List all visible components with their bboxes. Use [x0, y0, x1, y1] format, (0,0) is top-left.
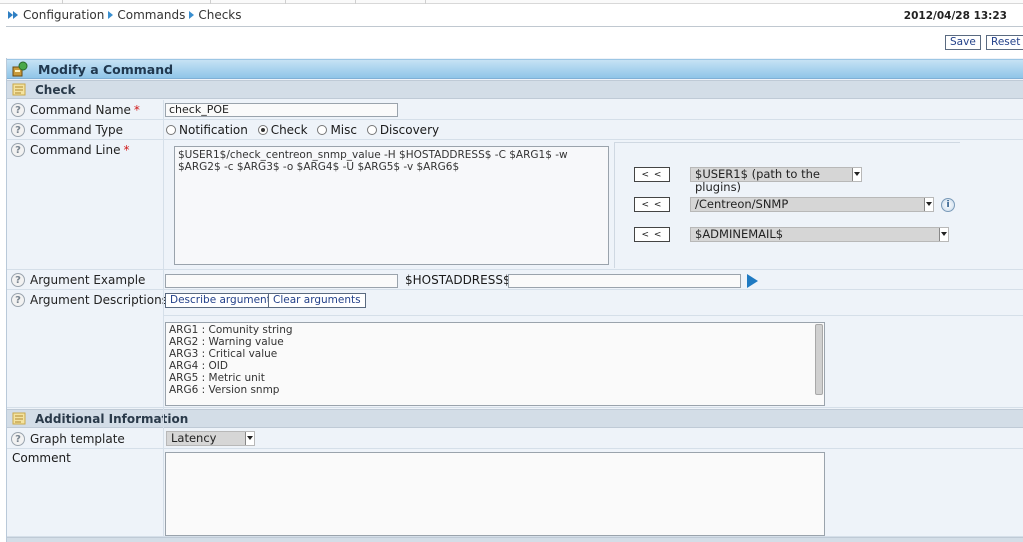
help-icon[interactable]: ?	[11, 273, 25, 287]
describe-arguments-button[interactable]: Describe arguments	[165, 293, 282, 308]
command-icon	[12, 61, 28, 77]
reset-button[interactable]: Reset	[986, 35, 1023, 50]
save-button[interactable]: Save	[945, 35, 981, 50]
play-icon[interactable]	[747, 274, 758, 288]
divider	[614, 142, 960, 143]
radio-notification[interactable]: Notification	[166, 123, 248, 137]
comment-label: Comment	[12, 451, 71, 465]
radio-misc[interactable]: Misc	[317, 123, 357, 137]
argument-example-label: ? Argument Example	[11, 272, 145, 288]
top-strip	[0, 0, 1023, 4]
breadcrumb: Configuration Commands Checks	[8, 7, 242, 23]
column-divider	[163, 100, 164, 537]
bottom-divider	[7, 537, 1023, 542]
help-icon[interactable]: ?	[11, 143, 25, 157]
graph-template-label: ? Graph template	[11, 431, 125, 447]
radio-check[interactable]: Check	[257, 123, 308, 137]
divider	[614, 142, 615, 268]
insert-macro-button-1[interactable]: < <	[634, 167, 670, 182]
datetime: 2012/04/28 13:23	[903, 10, 1007, 22]
command-type-radios: Notification Check Misc Discovery	[166, 123, 439, 137]
section-header-additional: Additional Information	[7, 409, 1023, 428]
command-name-input[interactable]: check_POE	[165, 103, 398, 117]
breadcrumb-checks[interactable]: Checks	[198, 8, 241, 22]
chevron-down-icon	[245, 432, 254, 445]
argument-descriptions-label: ? Argument Descriptions	[11, 292, 168, 308]
chevron-right-icon	[108, 11, 114, 19]
divider	[163, 315, 1023, 316]
chevron-down-icon	[852, 168, 861, 181]
list-item: ARG2 : Warning value	[169, 336, 284, 348]
help-icon[interactable]: ?	[11, 293, 25, 307]
hostaddress-input[interactable]	[508, 274, 741, 288]
list-item: ARG5 : Metric unit	[169, 372, 265, 384]
row-graph-template	[7, 429, 1023, 449]
form-title: Modify a Command	[38, 61, 174, 77]
macro-select-plugins[interactable]: /Centreon/SNMP	[690, 197, 934, 212]
info-icon[interactable]: i	[941, 198, 955, 212]
argument-example-input[interactable]	[165, 274, 398, 288]
macro-select-admin[interactable]: $ADMINEMAIL$	[690, 227, 949, 242]
help-icon[interactable]: ?	[11, 103, 25, 117]
list-item: ARG4 : OID	[169, 360, 228, 372]
row-command-type	[7, 120, 1023, 140]
clear-arguments-button[interactable]: Clear arguments	[268, 293, 366, 308]
command-type-label: ? Command Type	[11, 122, 123, 138]
list-item: ARG6 : Version snmp	[169, 384, 280, 396]
command-name-label: ? Command Name *	[11, 102, 140, 118]
section-title-check: Check	[35, 82, 76, 97]
scrollbar[interactable]	[815, 324, 823, 395]
list-item: ARG3 : Critical value	[169, 348, 278, 360]
help-icon[interactable]: ?	[11, 432, 25, 446]
hostaddress-label: $HOSTADDRESS$	[405, 273, 511, 287]
chevron-down-icon	[924, 198, 933, 211]
command-line-label: ? Command Line *	[11, 142, 130, 158]
note-icon	[12, 83, 26, 96]
breadcrumb-commands[interactable]: Commands	[117, 8, 185, 22]
row-command-name	[7, 100, 1023, 120]
divider	[6, 26, 1023, 27]
radio-discovery[interactable]: Discovery	[366, 123, 439, 137]
note-icon	[12, 412, 26, 425]
form-header: Modify a Command	[7, 59, 1023, 79]
command-line-textarea[interactable]: $USER1$/check_centreon_snmp_value -H $HO…	[174, 146, 609, 265]
chevron-right-icon	[189, 11, 195, 19]
list-item: ARG1 : Comunity string	[169, 324, 293, 336]
insert-macro-button-3[interactable]: < <	[634, 227, 670, 242]
comment-textarea[interactable]	[165, 452, 825, 536]
macro-select-user[interactable]: $USER1$ (path to the plugins)	[690, 167, 862, 194]
graph-template-select[interactable]: Latency	[166, 431, 255, 446]
argument-descriptions-list[interactable]: ARG1 : Comunity string ARG2 : Warning va…	[165, 322, 825, 406]
insert-macro-button-2[interactable]: < <	[634, 197, 670, 212]
section-title-additional: Additional Information	[35, 411, 189, 426]
help-icon[interactable]: ?	[11, 123, 25, 137]
section-header-check: Check	[7, 80, 1023, 99]
breadcrumb-configuration[interactable]: Configuration	[23, 8, 104, 22]
chevron-down-icon	[939, 228, 948, 241]
double-chevron-icon	[8, 11, 18, 19]
